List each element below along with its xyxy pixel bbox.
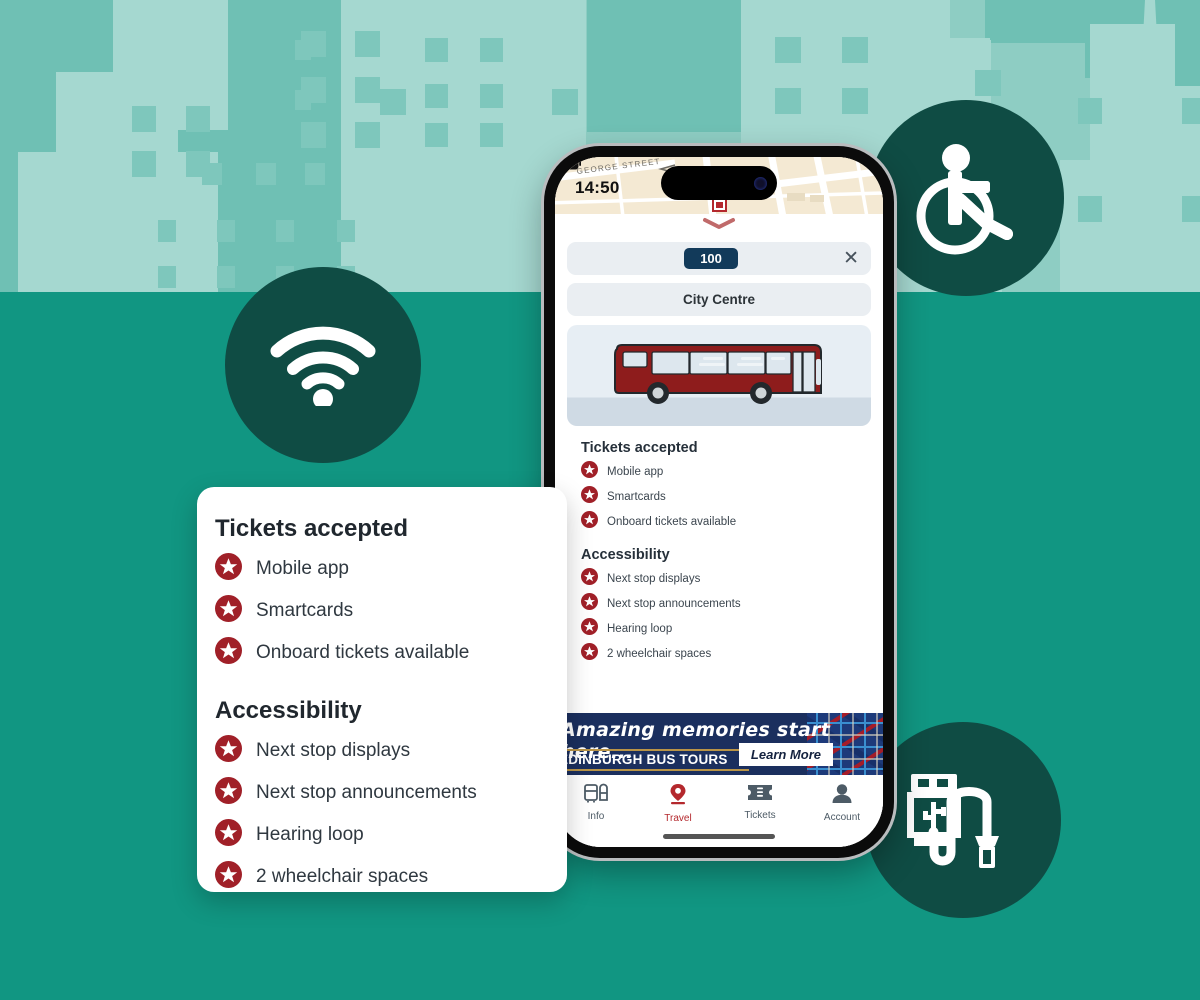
nav-label: Account [823, 812, 861, 823]
destination-row[interactable]: City Centre [567, 283, 871, 316]
feature-label: 2 wheelchair spaces [607, 648, 712, 660]
star-badge-icon [581, 486, 598, 508]
feature-label: Smartcards [607, 491, 666, 503]
wheelchair-accessible-icon [907, 137, 1025, 260]
feature-item: Next stop announcements [581, 593, 883, 615]
sheet-collapse-handle[interactable] [555, 214, 883, 239]
callout-item-label: Smartcards [256, 600, 354, 621]
star-badge-icon [581, 461, 598, 483]
nav-label: Info [587, 811, 605, 822]
star-badge-icon [215, 735, 242, 767]
feature-item: Smartcards [581, 486, 883, 508]
wifi-icon [268, 320, 378, 411]
feature-label: Hearing loop [607, 623, 673, 635]
wifi-feature-badge [225, 267, 421, 463]
destination-label: City Centre [682, 292, 755, 307]
section-title: Accessibility [581, 547, 670, 563]
accessibility-feature-badge [868, 100, 1064, 296]
callout-item: Next stop displays [215, 735, 567, 767]
callout-item-label: Onboard tickets available [256, 642, 470, 663]
feature-item: Mobile app [581, 461, 883, 483]
advertisement-banner[interactable]: Amazing memories start here... EDINBURGH… [555, 713, 883, 775]
feature-item: Onboard tickets available [581, 511, 883, 533]
star-badge-icon [581, 568, 598, 590]
callout-item: Onboard tickets available [215, 637, 567, 669]
map-background[interactable]: GEORGE STREET 14:50 [555, 157, 883, 214]
nav-label: Tickets [744, 810, 776, 821]
star-badge-icon [215, 637, 242, 669]
star-badge-icon [581, 618, 598, 640]
callout-item: 2 wheelchair spaces [215, 861, 567, 892]
callout-item-label: Mobile app [256, 558, 349, 579]
red-single-decker-bus-icon [611, 339, 827, 412]
callout-item: Next stop announcements [215, 777, 567, 809]
usb-charging-icon [905, 760, 1021, 881]
route-header-row: 100 ✕ [567, 242, 871, 275]
feature-callout-card: Tickets accepted Mobile app Smartcards O… [197, 487, 567, 892]
callout-item-label: 2 wheelchair spaces [256, 866, 429, 887]
section-accessibility: Accessibility Next stop displays Next st… [555, 547, 883, 665]
callout-section-title: Accessibility [215, 697, 362, 724]
callout-item: Smartcards [215, 595, 567, 627]
person-icon [831, 783, 853, 809]
feature-label: Mobile app [607, 466, 664, 478]
phone-mockup: GEORGE STREET 14:50 100 ✕ City Centre Ti… [544, 146, 894, 858]
timetable-icon [584, 783, 608, 808]
map-pin-icon [668, 783, 688, 810]
callout-section-title: Tickets accepted [215, 515, 408, 542]
callout-item-label: Next stop displays [256, 740, 411, 761]
feature-label: Next stop announcements [607, 598, 741, 610]
ad-brand-wrap: EDINBURGH BUS TOURS [559, 749, 749, 771]
star-badge-icon [215, 819, 242, 851]
callout-item: Mobile app [215, 553, 567, 585]
star-badge-icon [215, 595, 242, 627]
chevron-down-icon [702, 217, 736, 234]
feature-item: Hearing loop [581, 618, 883, 640]
feature-label: Onboard tickets available [607, 516, 737, 528]
star-badge-icon [215, 777, 242, 809]
nav-label: Travel [664, 813, 692, 824]
callout-item-label: Hearing loop [256, 824, 364, 845]
callout-item: Hearing loop [215, 819, 567, 851]
sheet-sections: Tickets accepted Mobile app Smartcards O… [555, 440, 883, 665]
star-badge-icon [215, 861, 242, 892]
star-badge-icon [581, 593, 598, 615]
dynamic-island [661, 166, 777, 200]
route-number-badge[interactable]: 100 [684, 248, 738, 269]
route-detail-sheet: 100 ✕ City Centre Tickets accepted Mobil… [555, 214, 883, 847]
nav-item-info[interactable]: Info [555, 783, 637, 847]
status-time: 14:50 [575, 177, 620, 197]
ad-learn-more-button[interactable]: Learn More [738, 743, 833, 766]
home-indicator[interactable] [663, 834, 775, 839]
feature-item: Next stop displays [581, 568, 883, 590]
bus-illustration-panel [567, 325, 871, 426]
phone-screen: GEORGE STREET 14:50 100 ✕ City Centre Ti… [555, 157, 883, 847]
section-title: Tickets accepted [581, 440, 698, 456]
feature-item: 2 wheelchair spaces [581, 643, 883, 665]
star-badge-icon [215, 553, 242, 585]
star-badge-icon [581, 511, 598, 533]
front-camera-icon [754, 176, 767, 190]
callout-item-label: Next stop announcements [256, 782, 477, 803]
star-badge-icon [581, 643, 598, 665]
ad-brand: EDINBURGH BUS TOURS [559, 749, 749, 771]
close-icon[interactable]: ✕ [843, 249, 859, 268]
usb-charging-feature-badge [865, 722, 1061, 918]
feature-label: Next stop displays [607, 573, 701, 585]
ticket-icon [747, 783, 773, 807]
section-tickets-accepted: Tickets accepted Mobile app Smartcards O… [555, 440, 883, 533]
nav-item-account[interactable]: Account [801, 783, 883, 847]
